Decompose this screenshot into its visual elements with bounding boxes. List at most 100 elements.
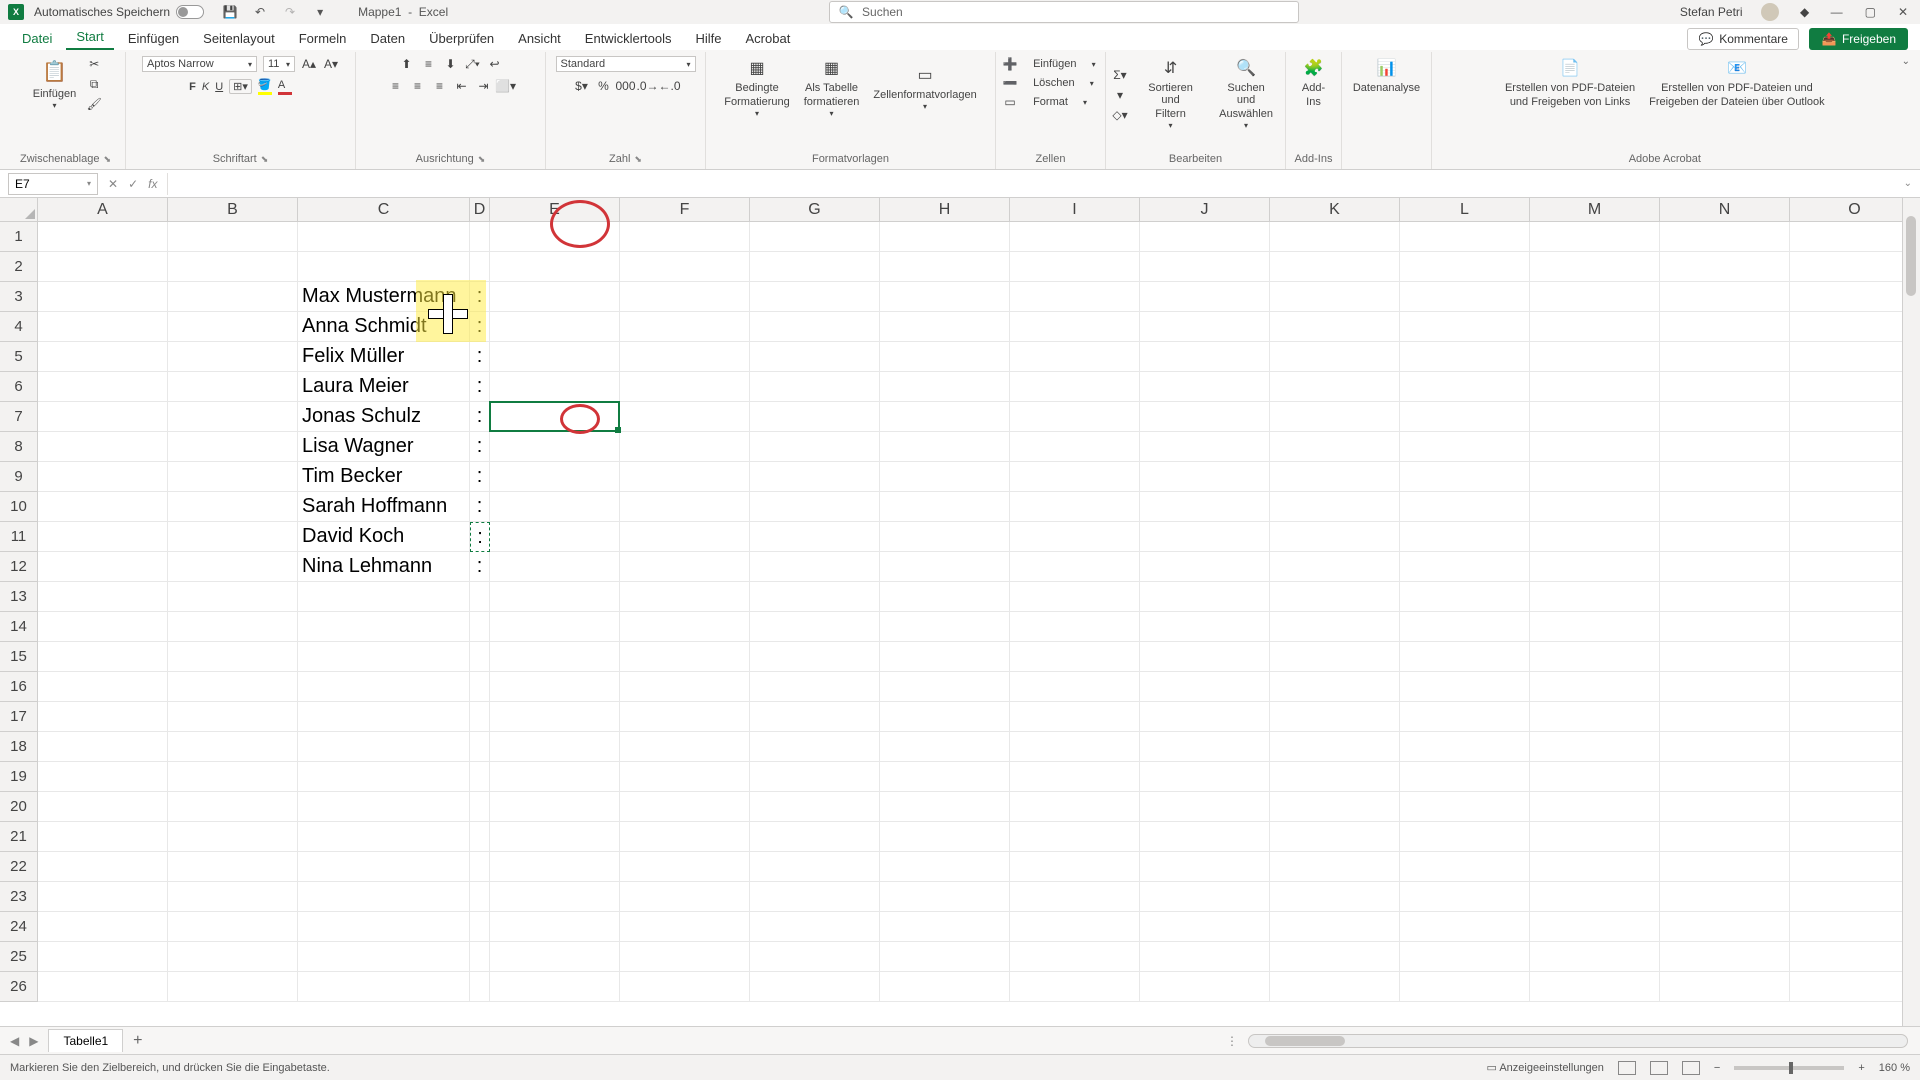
column-header[interactable]: N [1660,198,1790,221]
cell[interactable] [1270,492,1400,522]
tab-start[interactable]: Start [66,25,113,50]
cell[interactable] [750,402,880,432]
cell[interactable] [1400,732,1530,762]
format-painter-icon[interactable]: 🖌 [86,96,102,112]
cell[interactable] [1140,642,1270,672]
cell[interactable] [38,612,168,642]
cell[interactable] [298,882,470,912]
cell[interactable] [1010,942,1140,972]
cell[interactable] [1140,342,1270,372]
cell[interactable] [490,702,620,732]
cell[interactable] [1140,972,1270,1002]
cell[interactable] [1660,402,1790,432]
cell[interactable] [880,462,1010,492]
comma-icon[interactable]: 000 [618,78,634,94]
cell[interactable] [1140,492,1270,522]
cell[interactable] [1790,672,1920,702]
cell[interactable] [1660,582,1790,612]
cell[interactable] [1530,402,1660,432]
cell[interactable] [490,732,620,762]
cell[interactable] [620,342,750,372]
currency-icon[interactable]: $▾ [574,78,590,94]
cell[interactable] [1400,492,1530,522]
zoom-in-button[interactable]: + [1858,1062,1864,1074]
cell[interactable] [750,852,880,882]
cell[interactable] [38,672,168,702]
cell[interactable] [1790,852,1920,882]
cell[interactable] [1530,222,1660,252]
fill-color-button[interactable]: 🪣 [258,78,272,95]
cell[interactable] [1530,792,1660,822]
cell[interactable] [168,372,298,402]
expand-formula-icon[interactable]: ⌄ [1896,178,1920,189]
normal-view-button[interactable] [1618,1061,1636,1075]
cell[interactable] [168,822,298,852]
cell[interactable] [620,582,750,612]
cell[interactable] [168,732,298,762]
cell[interactable] [1790,792,1920,822]
qat-dropdown-icon[interactable]: ▾ [312,4,328,20]
cell[interactable] [168,672,298,702]
cell[interactable] [1660,672,1790,702]
cell[interactable] [1400,942,1530,972]
cell[interactable] [750,792,880,822]
cell[interactable] [1400,822,1530,852]
cell[interactable]: Sarah Hoffmann [298,492,470,522]
cell[interactable] [298,222,470,252]
cell[interactable] [880,702,1010,732]
cell[interactable] [490,282,620,312]
cell[interactable] [1010,432,1140,462]
row-header[interactable]: 7 [0,402,38,432]
cell[interactable] [880,762,1010,792]
cell[interactable] [750,822,880,852]
cell[interactable] [168,222,298,252]
cell[interactable] [1790,942,1920,972]
cell[interactable] [1270,702,1400,732]
cell[interactable] [750,372,880,402]
page-break-view-button[interactable] [1682,1061,1700,1075]
cell[interactable] [38,582,168,612]
cell[interactable] [1790,222,1920,252]
cell[interactable] [490,852,620,882]
cell[interactable] [470,762,490,792]
cell[interactable] [1010,612,1140,642]
cell[interactable] [168,642,298,672]
cell[interactable] [1140,432,1270,462]
cell[interactable] [620,672,750,702]
cell[interactable] [298,672,470,702]
cell[interactable] [620,252,750,282]
cell[interactable] [880,342,1010,372]
cell[interactable] [1400,582,1530,612]
cell[interactable] [1530,522,1660,552]
cell[interactable] [880,642,1010,672]
cell[interactable] [470,222,490,252]
cell[interactable] [1140,252,1270,282]
cell[interactable]: Jonas Schulz [298,402,470,432]
cell[interactable] [1790,492,1920,522]
cell[interactable] [168,432,298,462]
cell[interactable] [750,582,880,612]
cell[interactable]: : [470,462,490,492]
cell[interactable] [490,372,620,402]
cell[interactable] [298,942,470,972]
cell[interactable] [750,552,880,582]
cell[interactable] [880,582,1010,612]
cell[interactable] [1400,282,1530,312]
cell[interactable] [1660,822,1790,852]
tab-hilfe[interactable]: Hilfe [686,27,732,50]
row-header[interactable]: 23 [0,882,38,912]
cell[interactable] [298,642,470,672]
cell[interactable]: Tim Becker [298,462,470,492]
add-sheet-button[interactable]: + [123,1032,152,1050]
autosave-toggle[interactable]: Automatisches Speichern [34,5,204,19]
cell[interactable] [1010,222,1140,252]
cell[interactable]: : [470,522,490,552]
cell[interactable] [750,972,880,1002]
cell[interactable] [880,792,1010,822]
cell[interactable] [1790,522,1920,552]
tab-ueberpruefen[interactable]: Überprüfen [419,27,504,50]
italic-button[interactable]: K [202,81,209,93]
cell[interactable] [38,372,168,402]
cell[interactable] [470,582,490,612]
cell[interactable] [1010,282,1140,312]
